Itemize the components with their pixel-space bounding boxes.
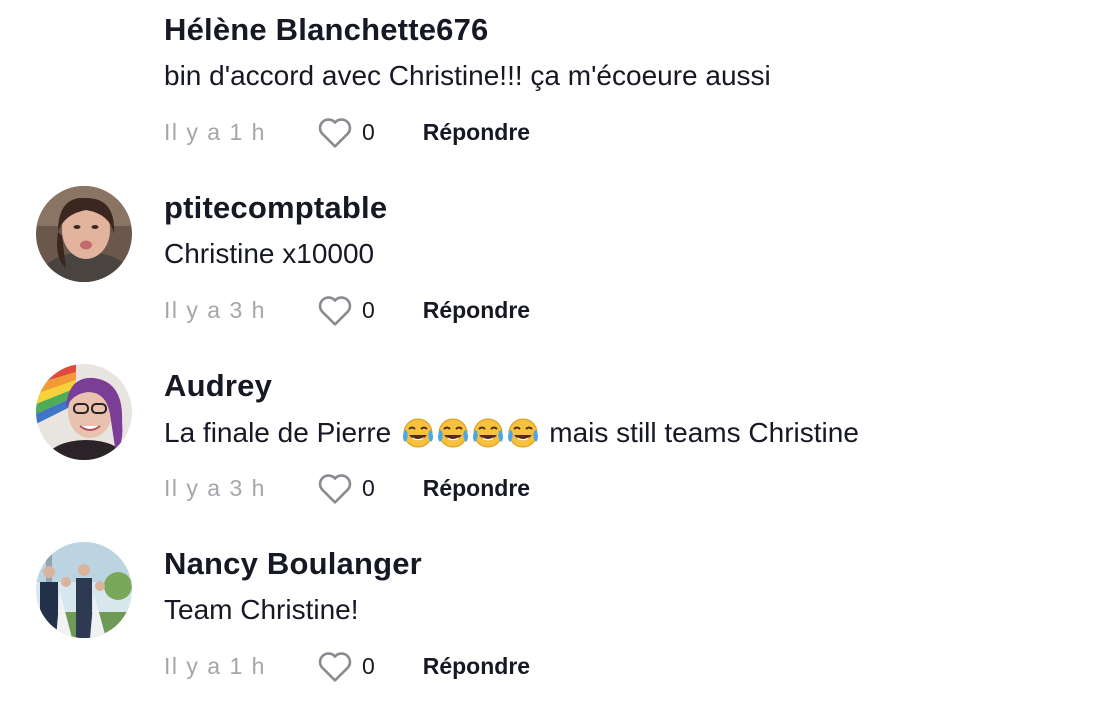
comment-timestamp: Il y a 1 h <box>164 118 266 145</box>
face-with-tears-of-joy-icon <box>471 416 505 450</box>
comment-item: Nancy Boulanger Team Christine! Il y a 1… <box>0 534 1118 712</box>
face-with-tears-of-joy-icon <box>401 416 435 450</box>
avatar[interactable] <box>36 542 132 638</box>
like-button[interactable]: 0 <box>316 293 375 327</box>
avatar[interactable] <box>36 364 132 460</box>
comment-text-part: La finale de Pierre <box>164 417 392 448</box>
heart-outline-icon <box>316 471 354 505</box>
comment-meta: Il y a 3 h 0 Répondre <box>164 292 530 328</box>
reply-button[interactable]: Répondre <box>423 119 530 146</box>
comment-username[interactable]: ptitecomptable <box>164 190 387 226</box>
reply-button[interactable]: Répondre <box>423 297 530 324</box>
like-button[interactable]: 0 <box>316 649 375 683</box>
face-with-tears-of-joy-icon <box>436 416 470 450</box>
heart-outline-icon <box>316 115 354 149</box>
reply-button[interactable]: Répondre <box>423 475 530 502</box>
comment-text: Team Christine! <box>164 594 359 625</box>
comment-text: La finale de Pierre mais still teams Chr… <box>164 416 859 450</box>
comment-text-part: mais still teams Christine <box>549 417 859 448</box>
comment-item: ptitecomptable Christine x10000 Il y a 3… <box>0 178 1118 356</box>
emoji-group <box>401 416 541 450</box>
comment-meta: Il y a 1 h 0 Répondre <box>164 114 530 150</box>
like-button[interactable]: 0 <box>316 115 375 149</box>
comment-timestamp: Il y a 1 h <box>164 652 266 679</box>
heart-outline-icon <box>316 293 354 327</box>
like-count: 0 <box>361 118 375 145</box>
heart-outline-icon <box>316 649 354 683</box>
comment-item: Audrey La finale de Pierre mais still te… <box>0 356 1118 534</box>
avatar[interactable] <box>36 186 132 282</box>
like-count: 0 <box>361 652 375 679</box>
comment-username[interactable]: Hélène Blanchette676 <box>164 12 488 48</box>
like-count: 0 <box>361 296 375 323</box>
comment-text: bin d'accord avec Christine!!! ça m'écoe… <box>164 60 771 91</box>
comment-item: Hélène Blanchette676 bin d'accord avec C… <box>0 0 1118 178</box>
comment-username[interactable]: Audrey <box>164 368 272 404</box>
comment-meta: Il y a 1 h 0 Répondre <box>164 648 530 684</box>
comment-timestamp: Il y a 3 h <box>164 296 266 323</box>
comment-text: Christine x10000 <box>164 238 375 269</box>
face-with-tears-of-joy-icon <box>506 416 540 450</box>
reply-button[interactable]: Répondre <box>423 653 530 680</box>
like-count: 0 <box>361 474 375 501</box>
like-button[interactable]: 0 <box>316 471 375 505</box>
comment-meta: Il y a 3 h 0 Répondre <box>164 470 530 506</box>
comment-username[interactable]: Nancy Boulanger <box>164 546 422 582</box>
comment-timestamp: Il y a 3 h <box>164 474 266 501</box>
